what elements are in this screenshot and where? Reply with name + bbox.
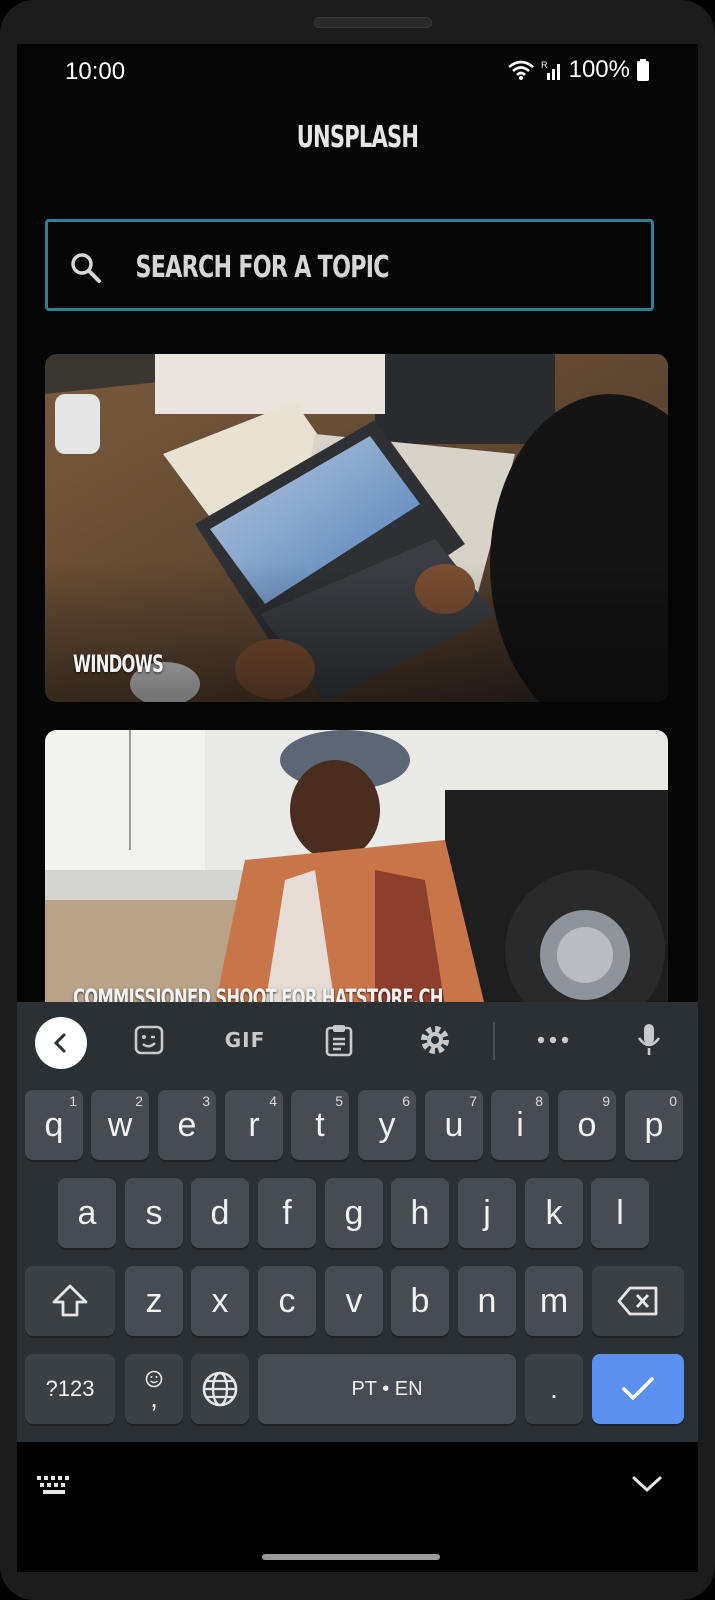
symbols-key[interactable]: ?123	[25, 1354, 115, 1424]
key-b[interactable]: b	[391, 1266, 449, 1336]
voice-input-button[interactable]	[625, 1016, 673, 1064]
key-i[interactable]: i8	[491, 1090, 549, 1160]
topic-card-hatstore[interactable]: COMMISSIONED SHOOT FOR HATSTORE.CH	[45, 730, 668, 1006]
backspace-key[interactable]	[592, 1266, 684, 1336]
svg-text:R: R	[541, 60, 548, 70]
key-f[interactable]: f	[258, 1178, 316, 1248]
key-j[interactable]: j	[458, 1178, 516, 1248]
shift-icon	[52, 1284, 88, 1317]
soft-keyboard: GIF q1 w2 e3 r4 t5 y6 u 7 i 8 o 9 p 0 a …	[17, 1002, 698, 1442]
period-key[interactable]: .	[525, 1354, 583, 1424]
space-key[interactable]: PT • EN	[258, 1354, 516, 1424]
key-g[interactable]: g	[325, 1178, 383, 1248]
key-d[interactable]: d	[191, 1178, 249, 1248]
emoji-comma-key[interactable]: ,	[125, 1354, 183, 1424]
back-icon	[53, 1033, 66, 1053]
search-input[interactable]	[134, 236, 507, 298]
globe-icon	[202, 1371, 238, 1407]
screen: 10:00 R 100% UNSPLASH SEARCH FOR A TOPIC…	[17, 44, 698, 1572]
keyboard-toolbar: GIF	[17, 1002, 698, 1080]
key-l[interactable]: l	[591, 1178, 649, 1248]
status-bar: 10:00 R 100%	[17, 44, 698, 102]
search-field[interactable]	[45, 219, 654, 311]
comma-label: ,	[150, 1382, 158, 1413]
key-r[interactable]: r4	[225, 1090, 283, 1160]
key-k[interactable]: k	[525, 1178, 583, 1248]
key-n[interactable]: n	[458, 1266, 516, 1336]
language-key[interactable]	[191, 1354, 249, 1424]
navigation-bar	[17, 1442, 698, 1572]
enter-key[interactable]	[592, 1354, 684, 1424]
wifi-icon	[507, 60, 534, 80]
sticker-icon	[134, 1025, 164, 1055]
home-indicator[interactable]	[262, 1554, 440, 1560]
battery-percent: 100%	[568, 56, 630, 83]
key-h[interactable]: h	[391, 1178, 449, 1248]
more-icon	[537, 1036, 569, 1044]
gif-button[interactable]: GIF	[217, 1016, 273, 1064]
keyboard-collapse-button[interactable]	[35, 1017, 87, 1069]
key-x[interactable]: x	[191, 1266, 249, 1336]
signal-icon: R	[541, 60, 560, 80]
key-e[interactable]: e3	[158, 1090, 216, 1160]
check-icon	[622, 1377, 654, 1400]
key-z[interactable]: z	[125, 1266, 183, 1336]
status-time: 10:00	[65, 58, 126, 85]
key-o[interactable]: o9	[558, 1090, 616, 1160]
clipboard-button[interactable]	[315, 1016, 363, 1064]
key-q[interactable]: q1	[25, 1090, 83, 1160]
speaker-grille	[314, 17, 432, 28]
keyboard-icon[interactable]	[35, 1472, 73, 1498]
search-icon	[71, 253, 101, 283]
toolbar-divider	[493, 1022, 495, 1060]
key-t[interactable]: t5	[291, 1090, 349, 1160]
sticker-button[interactable]	[125, 1016, 173, 1064]
backspace-icon	[617, 1286, 658, 1316]
key-a[interactable]: a	[58, 1178, 116, 1248]
device-frame: 10:00 R 100% UNSPLASH SEARCH FOR A TOPIC…	[0, 0, 715, 1600]
battery-icon	[637, 59, 649, 81]
topic-image-hatstore	[45, 730, 668, 1006]
key-v[interactable]: v	[325, 1266, 383, 1336]
app-title: UNSPLASH	[296, 120, 419, 155]
settings-icon	[421, 1026, 449, 1054]
mic-icon	[637, 1024, 661, 1055]
more-button[interactable]	[529, 1016, 577, 1064]
chevron-down-icon[interactable]	[631, 1474, 663, 1494]
key-u[interactable]: u7	[425, 1090, 483, 1160]
status-icons: R 100%	[507, 56, 650, 84]
key-m[interactable]: m	[525, 1266, 583, 1336]
shift-key[interactable]	[25, 1266, 115, 1336]
topic-label: WINDOWS	[73, 650, 164, 678]
key-w[interactable]: w2	[91, 1090, 149, 1160]
key-c[interactable]: c	[258, 1266, 316, 1336]
key-p[interactable]: p0	[625, 1090, 683, 1160]
key-y[interactable]: y6	[358, 1090, 416, 1160]
settings-button[interactable]	[411, 1016, 459, 1064]
key-s[interactable]: s	[125, 1178, 183, 1248]
topic-card-windows[interactable]: WINDOWS	[45, 354, 668, 702]
clipboard-icon	[325, 1025, 353, 1057]
